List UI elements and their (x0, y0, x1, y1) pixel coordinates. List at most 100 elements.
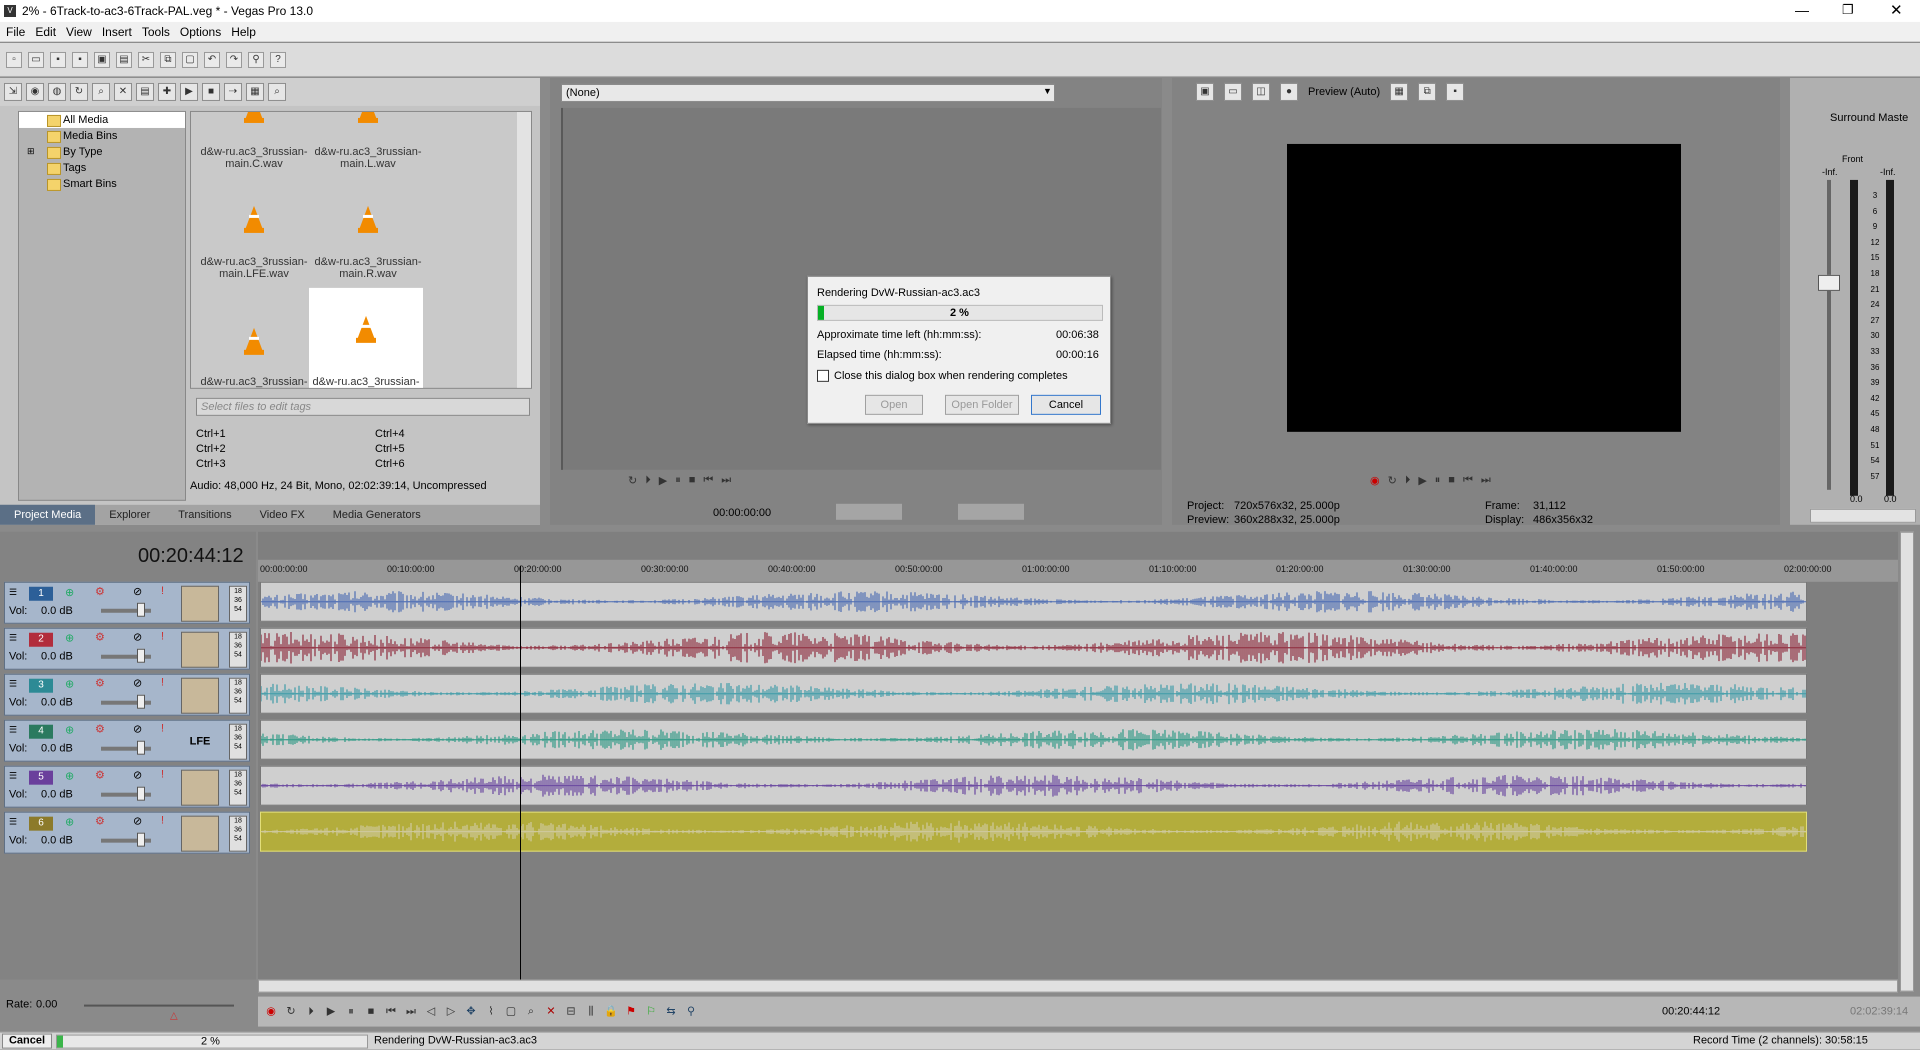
go-to-end-icon[interactable]: ⏭ (1481, 474, 1491, 487)
menu-insert[interactable]: Insert (102, 24, 132, 38)
mute-icon[interactable]: ⊘ (133, 723, 142, 736)
play-from-start-icon[interactable]: ⏵ (304, 1005, 318, 1019)
mixer-fader-handle[interactable] (1818, 274, 1840, 291)
solo-icon[interactable]: ! (161, 723, 164, 735)
track-header[interactable]: ☰ 2 ⊕ ⚙ ⊘! Vol: 0.0 dB 18 36 54 (4, 627, 250, 670)
track-automation-icon[interactable]: ⚙ (95, 769, 105, 782)
go-to-start-icon[interactable]: ⏮ (1463, 474, 1473, 487)
paste-icon[interactable]: ▢ (182, 51, 198, 68)
auto-preview-icon[interactable]: ⇢ (224, 82, 242, 101)
project-properties-icon[interactable]: ▣ (1196, 82, 1214, 101)
go-to-start-icon[interactable]: ⏮ (703, 474, 713, 487)
redo-icon[interactable]: ↷ (226, 51, 242, 68)
render-icon[interactable]: ▣ (94, 51, 110, 68)
track-fx-icon[interactable]: ⊕ (65, 724, 74, 737)
preview-quality-icon[interactable]: ● (1280, 82, 1298, 101)
surround-panner[interactable] (181, 769, 219, 806)
chevron-down-icon[interactable]: ▼ (1043, 86, 1052, 96)
media-file[interactable]: d&w-ru.ac3_3russian-main.C.wav (197, 111, 311, 202)
tab-video-fx[interactable]: Video FX (246, 505, 319, 525)
whats-this-help-icon[interactable]: ? (270, 51, 286, 68)
play-icon[interactable]: ▶ (324, 1005, 338, 1019)
status-cancel-button[interactable]: Cancel (2, 1033, 52, 1049)
zoom-tool-icon[interactable]: ⌕ (524, 1005, 538, 1019)
solo-icon[interactable]: ! (161, 815, 164, 827)
mute-icon[interactable]: ⊘ (133, 631, 142, 644)
rate-slider[interactable] (84, 1004, 234, 1007)
go-to-start-icon[interactable]: ⏮ (384, 1005, 398, 1019)
stop-preview-icon[interactable]: ■ (202, 82, 220, 101)
tree-item-media-bins[interactable]: Media Bins (19, 128, 185, 144)
menu-file[interactable]: File (6, 24, 25, 38)
trimmer-in-box[interactable] (836, 503, 902, 520)
cut-icon[interactable]: ✂ (138, 51, 154, 68)
play-from-start-icon[interactable]: ⏵ (645, 474, 651, 487)
surround-panner[interactable] (181, 631, 219, 668)
timeline-hscrollbar[interactable] (258, 979, 1898, 993)
thumbs-scrollbar[interactable] (517, 111, 531, 388)
audio-event[interactable] (260, 719, 1807, 760)
new-icon[interactable]: ▫ (6, 51, 22, 68)
trimmer-out-box[interactable] (958, 503, 1024, 520)
media-file[interactable]: d&w-ru.ac3_3russian-main.L.wav (311, 111, 425, 202)
copy-icon[interactable]: ⧉ (160, 51, 176, 68)
surround-panner[interactable] (181, 815, 219, 852)
surround-panner[interactable] (181, 677, 219, 714)
loop-icon[interactable]: ↻ (1388, 474, 1397, 487)
track-collapse-icon[interactable]: ☰ (9, 817, 17, 828)
mute-icon[interactable]: ⊘ (133, 677, 142, 690)
stop-icon[interactable]: ■ (689, 474, 696, 487)
close-when-done-checkbox[interactable] (817, 369, 829, 382)
open-button[interactable]: Open (865, 394, 923, 415)
volume-slider-handle[interactable] (137, 786, 145, 801)
loop-icon[interactable]: ↻ (284, 1005, 298, 1019)
save-icon[interactable]: ▪ (50, 51, 66, 68)
solo-icon[interactable]: ! (161, 585, 164, 597)
open-folder-button[interactable]: Open Folder (945, 394, 1019, 415)
tags-input[interactable]: Select files to edit tags (196, 397, 530, 416)
volume-slider-handle[interactable] (137, 648, 145, 663)
refresh-icon[interactable]: ↻ (70, 82, 88, 101)
mute-icon[interactable]: ⊘ (133, 815, 142, 828)
track-header[interactable]: ☰ 6 ⊕ ⚙ ⊘! Vol: 0.0 dB 18 36 54 (4, 811, 250, 854)
menu-view[interactable]: View (66, 24, 92, 38)
mute-icon[interactable]: ⊘ (133, 769, 142, 782)
volume-slider-handle[interactable] (137, 832, 145, 847)
import-media-icon[interactable]: ⇲ (4, 82, 22, 101)
undo-icon[interactable]: ↶ (204, 51, 220, 68)
menu-edit[interactable]: Edit (35, 24, 56, 38)
tree-item-tags[interactable]: Tags (19, 160, 185, 176)
rate-slider-handle[interactable]: △ (170, 1011, 178, 1022)
tab-explorer[interactable]: Explorer (95, 505, 164, 525)
record-icon[interactable]: ◉ (1370, 474, 1380, 487)
previous-frame-icon[interactable]: ◁ (424, 1005, 438, 1019)
preview-quality-select[interactable]: Preview (Auto) (1308, 86, 1380, 98)
next-frame-icon[interactable]: ▷ (444, 1005, 458, 1019)
split-icon[interactable]: ⫼ (584, 1005, 598, 1019)
play-icon[interactable]: ▶ (1418, 474, 1426, 487)
stop-icon[interactable]: ■ (364, 1005, 378, 1019)
enable-snapping-icon[interactable]: ⚲ (684, 1005, 698, 1019)
mute-icon[interactable]: ⊘ (133, 585, 142, 598)
tab-project-media[interactable]: Project Media (0, 504, 96, 525)
volume-slider-handle[interactable] (137, 602, 145, 617)
track-fx-icon[interactable]: ⊕ (65, 770, 74, 783)
views-icon[interactable]: ▦ (246, 82, 264, 101)
external-monitor-icon[interactable]: ▭ (1224, 82, 1242, 101)
stop-icon[interactable]: ■ (1448, 474, 1455, 487)
start-preview-icon[interactable]: ▶ (180, 82, 198, 101)
audio-event[interactable] (260, 581, 1807, 622)
lock-envelopes-icon[interactable]: 🔒 (604, 1005, 618, 1019)
volume-slider-handle[interactable] (137, 740, 145, 755)
track-header[interactable]: ☰ 3 ⊕ ⚙ ⊘! Vol: 0.0 dB 18 36 54 (4, 673, 250, 716)
track-collapse-icon[interactable]: ☰ (9, 633, 17, 644)
close-button[interactable]: ✕ (1890, 1, 1903, 19)
normal-edit-tool-icon[interactable]: ✥ (464, 1005, 478, 1019)
track-automation-icon[interactable]: ⚙ (95, 815, 105, 828)
go-to-end-icon[interactable]: ⏭ (404, 1005, 418, 1019)
maximize-button[interactable]: ❐ (1842, 2, 1854, 18)
cancel-button[interactable]: Cancel (1031, 394, 1101, 415)
split-screen-icon[interactable]: ◫ (1252, 82, 1270, 101)
track-collapse-icon[interactable]: ☰ (9, 587, 17, 598)
track-header[interactable]: ☰ 4 ⊕ ⚙ ⊘! Vol: 0.0 dB LFE 18 36 54 (4, 719, 250, 762)
